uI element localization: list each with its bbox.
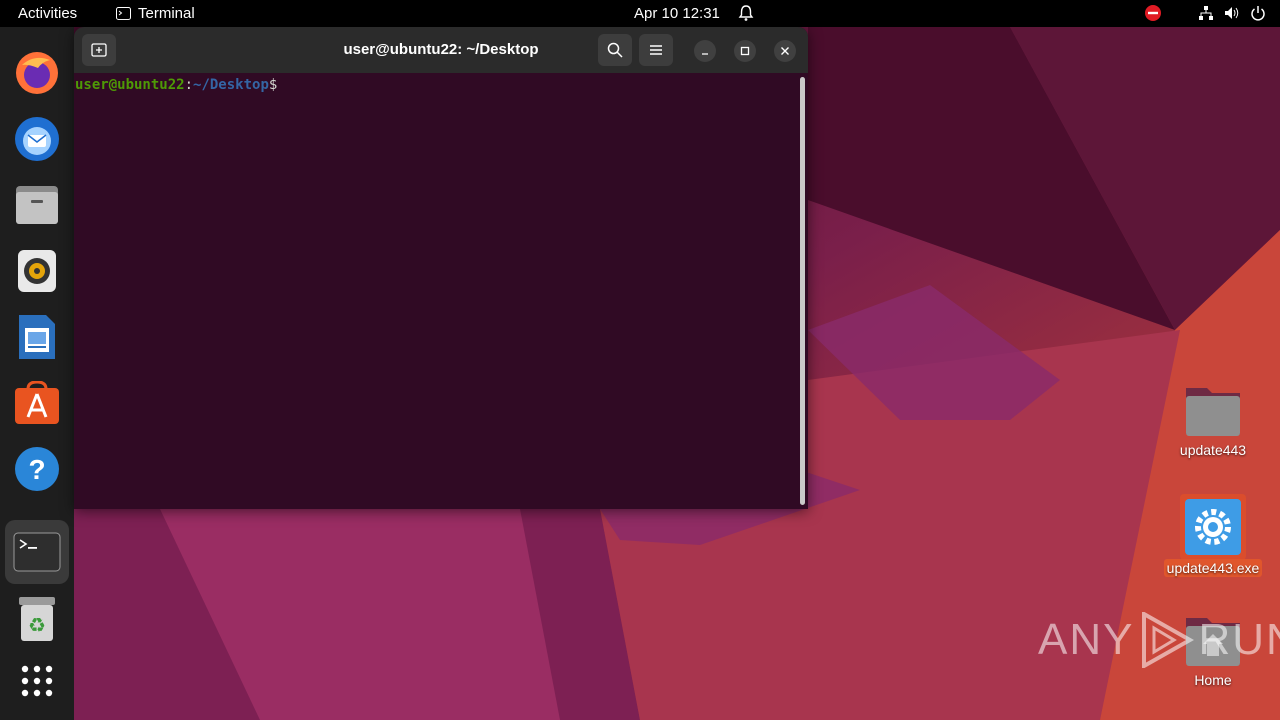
search-button[interactable] — [598, 34, 632, 66]
system-tray[interactable] — [1144, 4, 1266, 22]
dock-terminal[interactable] — [5, 520, 69, 584]
dock-show-applications[interactable] — [11, 655, 63, 707]
dock-help[interactable]: ? — [11, 443, 63, 495]
close-button[interactable] — [774, 40, 796, 62]
prompt-symbol: $ — [268, 77, 278, 93]
terminal-small-icon — [116, 7, 131, 20]
notification-bell-icon[interactable] — [738, 4, 754, 26]
svg-text:♻: ♻ — [28, 613, 46, 637]
minimize-icon — [702, 53, 708, 55]
desktop-icon-label: update443.exe — [1163, 559, 1263, 577]
dock-trash[interactable]: ♻ — [11, 593, 63, 645]
terminal-scrollbar[interactable] — [800, 77, 805, 505]
dock-files[interactable] — [11, 179, 63, 231]
app-menu[interactable]: Terminal — [116, 5, 195, 22]
svg-text:?: ? — [28, 454, 45, 485]
play-logo-icon — [1142, 612, 1195, 668]
files-icon — [16, 186, 58, 224]
dock-firefox[interactable] — [11, 47, 63, 99]
trash-icon: ♻ — [19, 597, 55, 641]
network-icon — [1199, 6, 1213, 20]
dock: ? ♻ — [0, 27, 74, 720]
hamburger-icon — [650, 45, 662, 55]
minimize-button[interactable] — [694, 40, 716, 62]
desktop-folder-update443[interactable]: update443 — [1158, 384, 1268, 459]
desktop-icon-label: update443 — [1179, 442, 1247, 458]
menu-button[interactable] — [639, 34, 673, 66]
rhythmbox-icon — [18, 250, 56, 292]
maximize-button[interactable] — [734, 40, 756, 62]
terminal-icon — [13, 532, 61, 572]
dock-rhythmbox[interactable] — [11, 245, 63, 297]
watermark-left: ANY — [1038, 615, 1135, 664]
app-grid-icon — [21, 665, 53, 697]
thunderbird-icon — [15, 117, 59, 161]
gear-icon — [1185, 499, 1241, 555]
terminal-titlebar[interactable]: user@ubuntu22: ~/Desktop — [74, 27, 808, 73]
app-menu-label: Terminal — [138, 5, 195, 22]
writer-icon — [19, 315, 55, 359]
power-icon — [1251, 6, 1265, 21]
desktop-file-update443-exe[interactable]: update443.exe — [1158, 498, 1268, 577]
terminal-window[interactable]: user@ubuntu22: ~/Desktop user@ubuntu22:~… — [74, 27, 808, 509]
desktop-icon-label: Home — [1194, 672, 1232, 688]
activities-button[interactable]: Activities — [18, 5, 77, 22]
help-icon: ? — [15, 447, 59, 491]
software-icon — [15, 381, 59, 424]
do-not-disturb-icon — [1145, 5, 1161, 21]
firefox-icon — [16, 52, 58, 94]
close-icon — [781, 47, 789, 55]
terminal-output[interactable]: user@ubuntu22:~/Desktop$ — [74, 73, 808, 509]
shell-prompt: user@ubuntu22:~/Desktop$ — [75, 77, 277, 93]
dock-thunderbird[interactable] — [11, 113, 63, 165]
prompt-separator: : — [184, 77, 194, 93]
volume-icon — [1225, 7, 1239, 19]
folder-icon — [1186, 388, 1240, 436]
top-bar: Activities Terminal Apr 10 12:31 — [0, 0, 1280, 27]
watermark-right: RUN — [1198, 615, 1280, 664]
prompt-user: user@ubuntu22 — [75, 77, 185, 93]
maximize-icon — [740, 46, 750, 56]
dock-writer[interactable] — [11, 311, 63, 363]
search-icon — [607, 42, 623, 58]
prompt-path: ~/Desktop — [193, 77, 269, 93]
dock-software[interactable] — [11, 377, 63, 429]
anyrun-watermark: ANY RUN — [1038, 612, 1280, 668]
clock[interactable]: Apr 10 12:31 — [634, 5, 720, 22]
